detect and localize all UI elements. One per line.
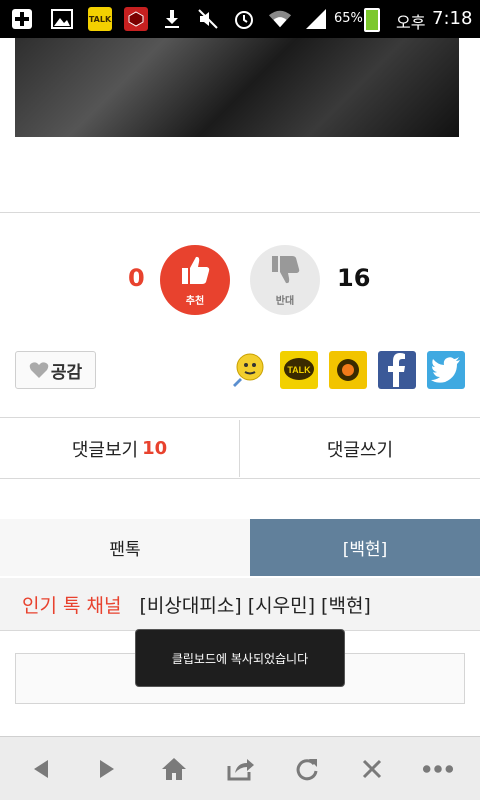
- app-cube-icon: [124, 7, 148, 31]
- thumbs-up-icon: [178, 254, 212, 290]
- kakaotalk-icon: TALK: [88, 7, 112, 31]
- home-icon: [162, 758, 186, 780]
- popular-title: 인기 톡 채널: [22, 594, 122, 617]
- signal-icon: [304, 7, 328, 31]
- clock: 7:18: [432, 8, 473, 29]
- recommend-count: 0: [128, 264, 145, 292]
- mute-icon: [196, 7, 220, 31]
- more-button[interactable]: [422, 753, 454, 785]
- popular-channel-links[interactable]: [비상대피소] [시우민] [백현]: [139, 591, 370, 618]
- back-button[interactable]: [24, 753, 56, 785]
- back-icon: [34, 760, 48, 778]
- write-comment-tab[interactable]: 댓글쓰기: [240, 420, 480, 477]
- toast-message: 클립보드에 복사되었습니다: [135, 629, 345, 687]
- wifi-icon: [268, 7, 292, 31]
- more-icon: [422, 765, 454, 773]
- browser-nav-bar: [0, 736, 480, 800]
- empathy-button[interactable]: 공감: [15, 351, 96, 389]
- home-button[interactable]: [158, 753, 190, 785]
- divider: [0, 417, 480, 418]
- share-button[interactable]: [225, 753, 257, 785]
- empathy-label: 공감: [50, 362, 83, 383]
- thumbs-down-icon: [268, 254, 302, 290]
- popular-channels-bar: 인기 톡 채널 [비상대피소] [시우민] [백현]: [0, 578, 480, 630]
- forward-icon: [100, 760, 114, 778]
- emoticon-icon[interactable]: [230, 351, 268, 389]
- recommend-button[interactable]: 추천: [160, 245, 230, 315]
- view-comments-tab[interactable]: 댓글보기 10: [0, 420, 239, 477]
- view-comments-label: 댓글보기: [71, 439, 139, 461]
- battery-icon: [364, 8, 380, 32]
- heart-icon: [29, 361, 49, 379]
- gallery-icon: [50, 7, 74, 31]
- share-icon: [227, 759, 254, 781]
- close-button[interactable]: [356, 753, 388, 785]
- oppose-label: 반대: [275, 295, 295, 307]
- status-bar: TALK 65% 오후 7:18: [0, 0, 480, 38]
- kakaostory-share-icon[interactable]: [329, 351, 367, 389]
- recommend-label: 추천: [185, 295, 205, 307]
- battery-percent: 65%: [334, 11, 363, 26]
- toast-text: 클립보드에 복사되었습니다: [171, 651, 309, 666]
- oppose-count: 16: [337, 264, 371, 292]
- tab-baekhyun-label: [백현]: [342, 540, 388, 560]
- twitter-share-icon[interactable]: [427, 351, 465, 389]
- forward-button[interactable]: [92, 753, 124, 785]
- oppose-button[interactable]: 반대: [250, 245, 320, 315]
- kakaotalk-share-icon[interactable]: TALK: [280, 351, 318, 389]
- close-icon: [362, 759, 382, 779]
- reload-icon: [296, 759, 318, 781]
- divider: [0, 478, 480, 479]
- article-image: [15, 38, 459, 137]
- divider: [0, 212, 480, 213]
- reload-button[interactable]: [291, 753, 323, 785]
- tab-baekhyun[interactable]: [백현]: [250, 519, 480, 576]
- channel-tab-bar: 팬톡 [백현]: [0, 519, 480, 576]
- tab-fantalk-label: 팬톡: [109, 540, 141, 560]
- svg-text:TALK: TALK: [287, 365, 311, 375]
- download-icon: [160, 7, 184, 31]
- add-icon: [10, 7, 34, 31]
- write-comment-label: 댓글쓰기: [326, 439, 394, 461]
- facebook-share-icon[interactable]: [378, 351, 416, 389]
- comment-count: 10: [142, 438, 168, 459]
- alarm-icon: [232, 7, 256, 31]
- tab-fantalk[interactable]: 팬톡: [0, 519, 250, 576]
- time-prefix: 오후: [396, 13, 426, 32]
